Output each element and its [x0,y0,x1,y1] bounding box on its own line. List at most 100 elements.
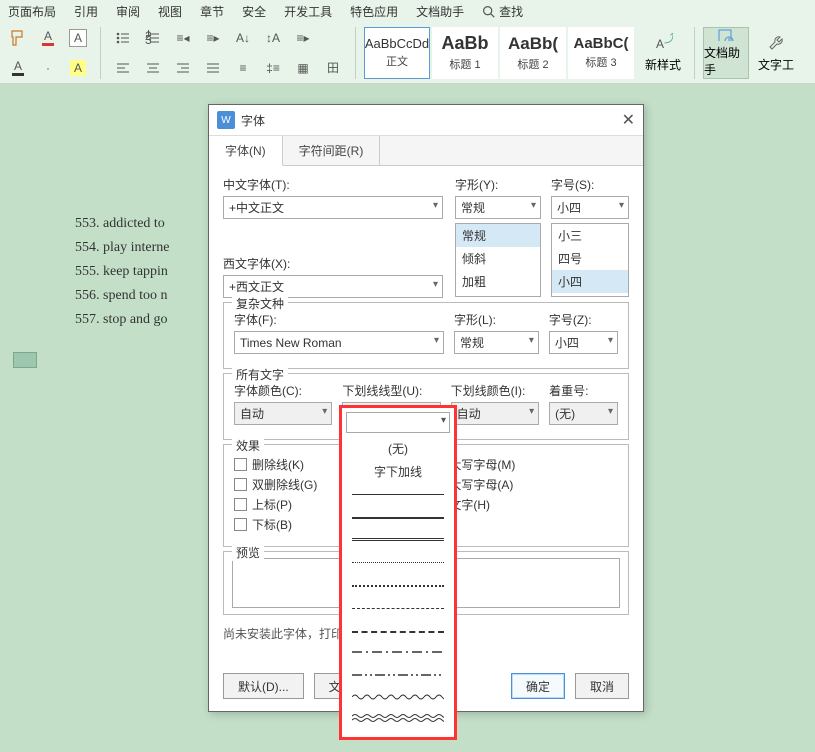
complex-style-combo[interactable]: 常规 [454,331,539,354]
paragraph-icon[interactable]: ≡▸ [289,24,317,52]
underline-opt-dash-dot[interactable] [352,644,444,663]
wps-icon: W [217,111,235,129]
western-font-label: 西文字体(X): [223,255,445,272]
underline-opt-dash[interactable] [352,599,444,618]
tab-spacing[interactable]: 字符间距(R) [283,136,381,165]
list-item[interactable]: 四号 [552,247,628,270]
size-label: 字号(S): [551,176,629,193]
underline-opt-long-dash[interactable] [352,621,444,640]
style-h1[interactable]: AaBb 标题 1 [432,27,498,79]
highlight-2-icon[interactable]: A [64,54,92,82]
list-item[interactable]: 加粗 [456,270,540,293]
underline-opt-single[interactable] [352,485,444,504]
font-size-combo[interactable]: 小四 [551,196,629,219]
text-direction-icon[interactable]: ↕A [259,24,287,52]
list-item[interactable]: 小四 [552,270,628,293]
doc-helper-icon [716,28,736,41]
menu-security[interactable]: 安全 [242,3,266,20]
underline-opt-dotted[interactable] [352,553,444,572]
underline-opt-double[interactable] [352,530,444,549]
ok-button[interactable]: 确定 [511,673,565,699]
default-button[interactable]: 默认(D)... [223,673,304,699]
menu-review[interactable]: 审阅 [116,3,140,20]
menu-search[interactable]: 查找 [482,3,523,20]
underline-opt-thick[interactable] [352,508,444,527]
format-painter-icon[interactable] [4,24,32,52]
chk-label: 删除线(K) [252,456,304,473]
shading-icon[interactable]: ▦ [289,54,317,82]
char-tools-label: 文字工 [758,56,794,73]
font-style-combo[interactable]: 常规 [455,196,541,219]
underline-opt-wave[interactable] [352,690,444,709]
fieldset-legend: 所有文字 [232,366,288,383]
underline-opt-words-only[interactable]: 字下加线 [342,460,454,483]
justify-icon[interactable] [199,54,227,82]
menu-references[interactable]: 引用 [74,3,98,20]
close-icon[interactable]: ✕ [622,110,635,130]
borders-icon[interactable]: 田 [319,54,347,82]
effect-superscript[interactable]: 上标(P) [234,496,317,513]
font-color-combo[interactable]: 自动 [234,402,332,425]
dialog-title: 字体 [241,112,265,129]
font-color-icon[interactable]: A [34,24,62,52]
list-item[interactable]: 小三 [552,224,628,247]
effect-subscript[interactable]: 下标(B) [234,516,317,533]
font-color-2-icon[interactable]: A [4,54,32,82]
increase-indent-icon[interactable]: ≡▸ [199,24,227,52]
svg-text:A: A [656,37,664,51]
underline-style-dropdown[interactable]: (无) 字下加线 [339,405,457,740]
char-tools-button[interactable]: 文字工 [753,27,799,79]
combo-value: 常规 [461,199,485,216]
effect-double-strike[interactable]: 双删除线(G) [234,476,317,493]
line-spacing-icon[interactable]: ‡≡ [259,54,287,82]
chinese-font-label: 中文字体(T): [223,176,445,193]
menu-featured[interactable]: 特色应用 [350,3,398,20]
emphasis-combo[interactable]: (无) [549,402,618,425]
underline-opt-dotted-thick[interactable] [352,576,444,595]
chk-label: 下标(B) [252,516,292,533]
chinese-font-combo[interactable]: +中文正文 [223,196,443,219]
align-right-icon[interactable] [169,54,197,82]
decrease-indent-icon[interactable]: ≡◂ [169,24,197,52]
underline-color-combo[interactable]: 自动 [451,402,540,425]
svg-text:⤴: ⤴ [664,33,673,45]
sort-icon[interactable]: A↓ [229,24,257,52]
underline-opt-dash-dot-dot[interactable] [352,667,444,686]
menu-devtools[interactable]: 开发工具 [284,3,332,20]
style-name: 正文 [386,53,408,69]
style-normal[interactable]: AaBbCcDd 正文 [364,27,430,79]
cancel-button[interactable]: 取消 [575,673,629,699]
bullets-icon[interactable] [109,24,137,52]
new-style-label: 新样式 [645,56,681,73]
complex-font-combo[interactable]: Times New Roman [234,331,444,354]
doc-helper-button[interactable]: 文档助手 [703,27,749,79]
complex-size-combo[interactable]: 小四 [549,331,618,354]
highlight-icon[interactable]: A [64,24,92,52]
menu-view[interactable]: 视图 [158,3,182,20]
menu-layout[interactable]: 页面布局 [8,3,56,20]
new-style-button[interactable]: A⤴ 新样式 [640,27,686,79]
menu-doc-helper[interactable]: 文档助手 [416,3,464,20]
underline-opt-wave-double[interactable] [352,712,444,731]
style-name: 标题 1 [449,56,480,72]
dropdown-small-icon[interactable]: · [34,54,62,82]
list-item[interactable]: 常规 [456,224,540,247]
menu-chapters[interactable]: 章节 [200,3,224,20]
style-h2[interactable]: AaBb( 标题 2 [500,27,566,79]
effect-strikethrough[interactable]: 删除线(K) [234,456,317,473]
style-listbox[interactable]: 常规 倾斜 加粗 [455,223,541,297]
size-listbox[interactable]: 小三 四号 小四 [551,223,629,297]
align-center-icon[interactable] [139,54,167,82]
combo-value: (无) [555,405,575,422]
list-item[interactable]: 倾斜 [456,247,540,270]
tab-font[interactable]: 字体(N) [209,136,283,166]
align-left-icon[interactable] [109,54,137,82]
numbering-icon[interactable]: 123 [139,24,167,52]
distribute-icon[interactable]: ≡ [229,54,257,82]
underline-opt-none[interactable]: (无) [342,437,454,460]
style-h3[interactable]: AaBbC( 标题 3 [568,27,634,79]
dialog-titlebar: W 字体 ✕ [209,105,643,135]
dropdown-current[interactable] [346,412,450,433]
combo-value: 常规 [460,334,484,351]
complex-size-label: 字号(Z): [549,311,618,328]
